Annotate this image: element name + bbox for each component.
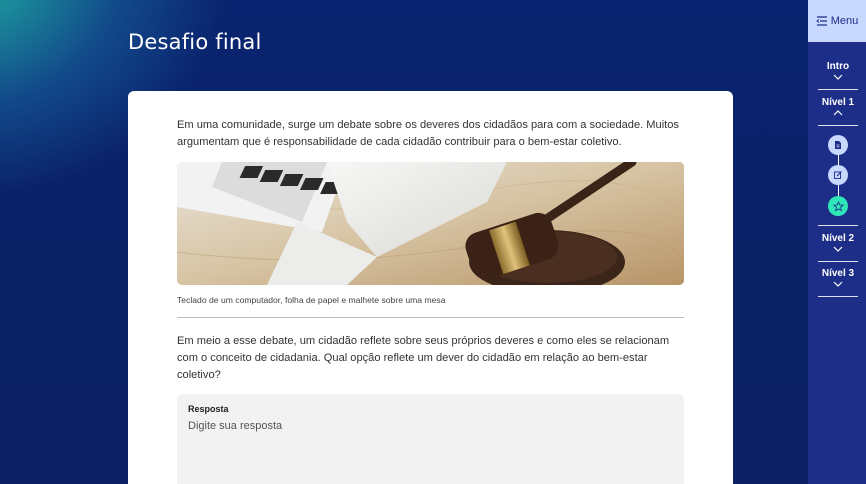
nav-divider [818,225,858,226]
step-edit[interactable] [828,165,848,185]
menu-button[interactable]: Menu [808,0,866,42]
nav-section-nivel-1[interactable]: Nível 1 [818,97,858,117]
nav-section-intro[interactable]: Intro [818,61,858,81]
chevron-down-icon [833,74,843,80]
image-caption: Teclado de um computador, folha de papel… [177,295,446,305]
chevron-down-icon [833,246,843,252]
nav-section-label: Nível 3 [821,268,855,279]
step-document[interactable] [828,135,848,155]
step-connector [837,185,839,196]
divider [177,317,684,318]
page-title: Desafio final [128,30,262,54]
sidebar: Menu Intro Nível 1 Nível 2 Nível 3 [808,0,866,484]
menu-label: Menu [830,15,859,27]
nav-divider [818,261,858,262]
illustration-image [177,162,684,285]
nav-section-label: Nível 2 [821,233,855,244]
gavel-keyboard-photo [177,162,684,285]
answer-box[interactable]: Resposta [177,394,684,484]
chevron-down-icon [833,281,843,287]
question-text: Em meio a esse debate, um cidadão reflet… [177,335,670,381]
nav-divider [818,89,858,90]
star-icon [832,200,844,211]
answer-input[interactable] [188,420,668,432]
step-connector [837,154,839,165]
nav-section-nivel-3[interactable]: Nível 3 [818,268,858,288]
document-icon [835,141,841,149]
nav-divider [818,125,858,126]
nav-section-label: Intro [826,61,850,72]
nav-section-nivel-2[interactable]: Nível 2 [818,233,858,253]
nav-divider [818,296,858,297]
challenge-card: Em uma comunidade, surge um debate sobre… [128,91,733,484]
edit-icon [834,171,842,179]
step-star[interactable] [828,196,848,216]
intro-text: Em uma comunidade, surge um debate sobre… [177,119,679,148]
menu-lines-icon [815,16,827,26]
chevron-up-icon [833,110,843,116]
nav-section-label: Nível 1 [821,97,855,108]
answer-label: Resposta [188,404,229,414]
